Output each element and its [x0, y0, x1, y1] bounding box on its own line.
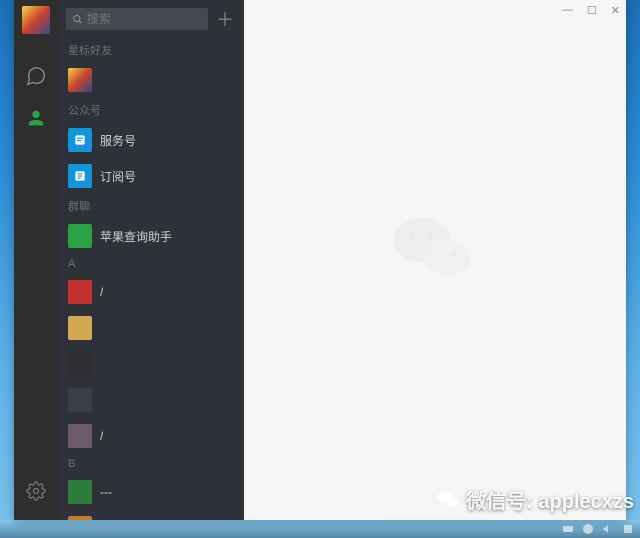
group-item[interactable]: 苹果查询助手: [58, 218, 244, 254]
contact-avatar: [68, 352, 92, 376]
contact-label: 订阅号: [100, 168, 136, 185]
wechat-icon: [436, 489, 462, 511]
watermark-text: 微信号: applecxzs: [466, 485, 634, 514]
search-icon: [72, 13, 83, 25]
settings-icon[interactable]: [26, 481, 46, 504]
tray-icon[interactable]: [582, 523, 594, 535]
taskbar: [0, 520, 640, 538]
service-icon: [68, 128, 92, 152]
search-row: ＋: [58, 0, 244, 38]
maximize-button[interactable]: ☐: [587, 4, 597, 17]
wechat-window: ＋ 星标好友 公众号 服务号 订阅号 群聊: [14, 0, 626, 520]
contact-avatar: [68, 388, 92, 412]
search-box[interactable]: [66, 8, 208, 30]
contact-item[interactable]: [58, 382, 244, 418]
group-avatar: [68, 224, 92, 248]
contacts-tab-icon[interactable]: [24, 106, 48, 130]
contact-item[interactable]: [58, 510, 244, 520]
contact-item[interactable]: /: [58, 418, 244, 454]
contact-label: 服务号: [100, 132, 136, 149]
contact-list[interactable]: 星标好友 公众号 服务号 订阅号 群聊 苹果查询助手: [58, 38, 244, 520]
contact-avatar: [68, 424, 92, 448]
user-avatar[interactable]: [22, 6, 50, 34]
watermark: 微信号: applecxzs: [436, 485, 634, 514]
contact-label: /: [100, 285, 103, 299]
subscribe-icon: [68, 164, 92, 188]
contact-label: 苹果查询助手: [100, 228, 172, 245]
contact-item[interactable]: ---: [58, 474, 244, 510]
window-controls: — ☐ ✕: [562, 4, 620, 17]
contact-item[interactable]: [58, 346, 244, 382]
tray-icon[interactable]: [562, 523, 574, 535]
search-input[interactable]: [87, 12, 202, 26]
nav-bar: [14, 0, 58, 520]
subscribe-account-item[interactable]: 订阅号: [58, 158, 244, 194]
section-starred: 星标好友: [58, 38, 244, 62]
contact-avatar: [68, 68, 92, 92]
wechat-logo-placeholder: [390, 210, 480, 293]
section-official: 公众号: [58, 98, 244, 122]
starred-contact[interactable]: [58, 62, 244, 98]
contact-label: ---: [100, 485, 112, 499]
section-group: 群聊: [58, 194, 244, 218]
contact-item[interactable]: /: [58, 274, 244, 310]
minimize-button[interactable]: —: [562, 4, 573, 17]
add-button[interactable]: ＋: [214, 8, 236, 30]
close-button[interactable]: ✕: [611, 4, 620, 17]
contact-label: /: [100, 429, 103, 443]
contact-avatar: [68, 480, 92, 504]
section-a: A: [58, 254, 244, 274]
contact-item[interactable]: [58, 310, 244, 346]
contact-avatar: [68, 280, 92, 304]
service-account-item[interactable]: 服务号: [58, 122, 244, 158]
tray-icon[interactable]: [622, 523, 634, 535]
main-area: — ☐ ✕: [244, 0, 626, 520]
chats-tab-icon[interactable]: [24, 64, 48, 88]
contact-panel: ＋ 星标好友 公众号 服务号 订阅号 群聊: [58, 0, 244, 520]
tray-volume-icon[interactable]: [602, 523, 614, 535]
contact-avatar: [68, 316, 92, 340]
section-b: B: [58, 454, 244, 474]
